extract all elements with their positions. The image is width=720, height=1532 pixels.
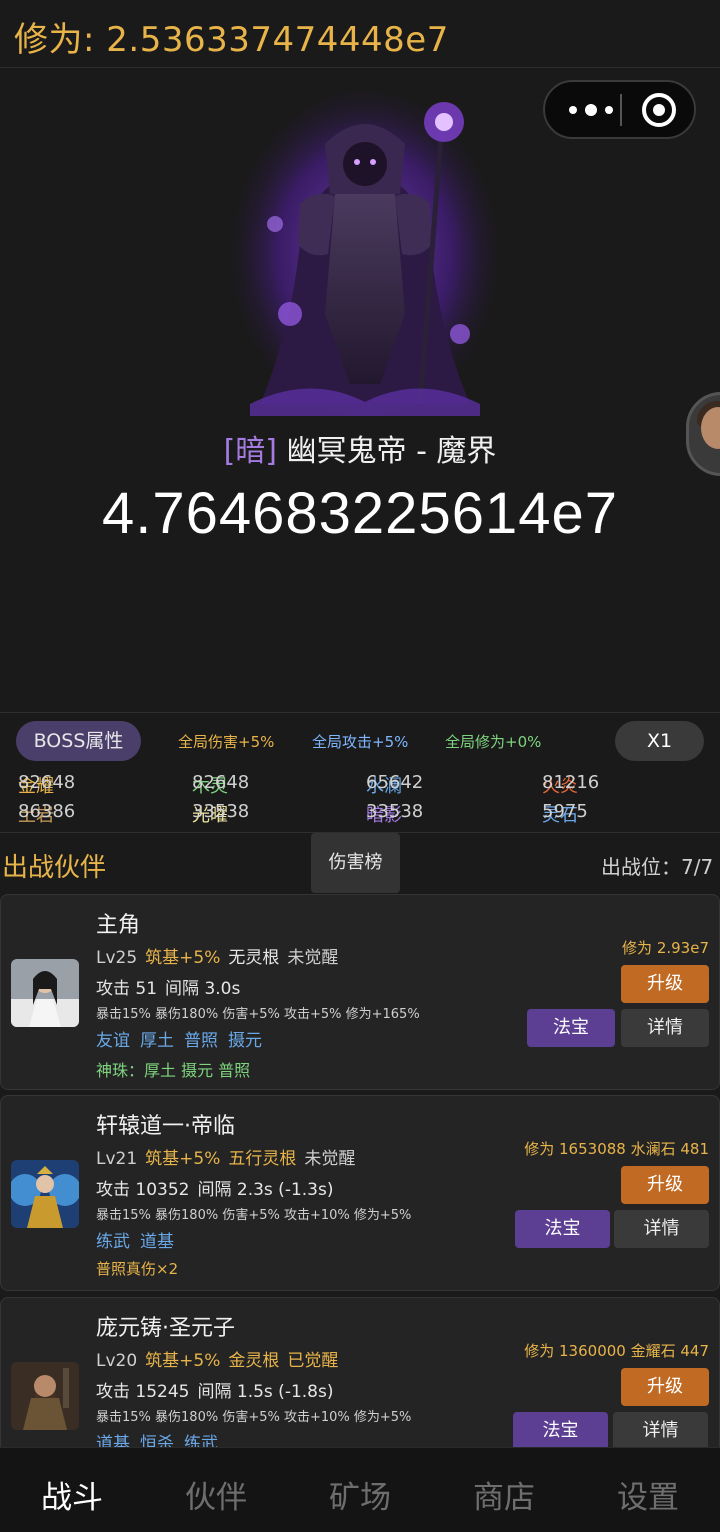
tab-shop[interactable]: 商店: [432, 1472, 576, 1517]
buff-cultivation: 全局修为+0%: [445, 733, 542, 751]
partner-portrait: [11, 1362, 79, 1430]
bottom-tab-bar: 战斗 伙伴 矿场 商店 设置: [0, 1447, 720, 1532]
close-target-icon[interactable]: [642, 93, 676, 127]
partner-pearl-note: 神珠：厚土 摄元 普照: [96, 1061, 251, 1080]
resource-row-2: 土岩 86386 光曜 33538 暗影 33538 灵石 5975: [18, 801, 588, 826]
partner-level-line: Lv25 筑基+5% 无灵根 未觉醒: [96, 948, 339, 968]
partner-attack-line: 攻击 10352 间隔 2.3s (-1.3s): [96, 1180, 334, 1200]
top-bar: 修为: 2.536337474448e7: [0, 0, 720, 68]
partner-attack-line: 攻击 15245 间隔 1.5s (-1.8s): [96, 1382, 334, 1402]
partner-xiuwei: 修为 2.93e7: [622, 939, 709, 957]
mini-program-capsule[interactable]: [543, 80, 696, 139]
cultivation-total: 修为: 2.536337474448e7: [14, 20, 449, 60]
boss-title: [暗] 幽冥鬼帝 - 魔界: [0, 426, 720, 470]
partner-level-line: Lv21 筑基+5% 五行灵根 未觉醒: [96, 1149, 356, 1169]
boss-element: [暗]: [223, 434, 277, 469]
upgrade-button[interactable]: 升级: [621, 1368, 709, 1406]
partner-portrait: [11, 959, 79, 1027]
partner-name: 庞元铸·圣元子: [96, 1316, 235, 1341]
boss-figure: [233, 92, 497, 416]
speed-button[interactable]: X1: [615, 721, 704, 761]
partner-card[interactable]: 轩辕道一·帝临 Lv21 筑基+5% 五行灵根 未觉醒 攻击 10352 间隔 2.3s…: [0, 1095, 720, 1291]
more-icon[interactable]: [567, 94, 615, 124]
boss-hp: 4.764683225614e7: [102, 481, 618, 546]
tab-settings[interactable]: 设置: [576, 1472, 720, 1517]
partner-level-line: Lv20 筑基+5% 金灵根 已觉醒: [96, 1351, 339, 1371]
tab-battle[interactable]: 战斗: [0, 1472, 144, 1517]
partner-attack-line: 攻击 51 间隔 3.0s: [96, 979, 241, 999]
partner-note: 普照真伤×2: [96, 1260, 179, 1278]
detail-button[interactable]: 详情: [613, 1412, 708, 1450]
partner-skills: 练武 道基: [96, 1232, 174, 1252]
partner-card[interactable]: 主角 Lv25 筑基+5% 无灵根 未觉醒 攻击 51 间隔 3.0s 暴击15% 暴伤…: [0, 894, 720, 1090]
partner-stats: 暴击15% 暴伤180% 伤害+5% 攻击+5% 修为+165%: [96, 1007, 420, 1022]
upgrade-button[interactable]: 升级: [621, 1166, 709, 1204]
partner-xiuwei: 修为 1653088 水澜石 481: [524, 1140, 709, 1158]
partner-stats: 暴击15% 暴伤180% 伤害+5% 攻击+10% 修为+5%: [96, 1208, 412, 1223]
partner-name: 轩辕道一·帝临: [96, 1114, 235, 1139]
partners-title: 出战伙伴: [2, 853, 107, 883]
treasure-button[interactable]: 法宝: [513, 1412, 608, 1450]
deploy-slots: 出战位：7/7: [601, 855, 714, 879]
treasure-button[interactable]: 法宝: [515, 1210, 610, 1248]
partner-name: 主角: [96, 913, 141, 938]
partner-xiuwei: 修为 1360000 金耀石 447: [524, 1342, 709, 1360]
boss-name: 幽冥鬼帝 - 魔界: [286, 434, 497, 469]
partner-portrait: [11, 1160, 79, 1228]
tab-partners[interactable]: 伙伴: [144, 1472, 288, 1517]
partner-stats: 暴击15% 暴伤180% 伤害+5% 攻击+10% 修为+5%: [96, 1410, 412, 1425]
boss-bar: BOSS属性 全局伤害+5% 全局攻击+5% 全局修为+0% X1: [0, 712, 720, 768]
partner-skills: 友谊 厚土 普照 摄元: [96, 1031, 262, 1051]
treasure-button[interactable]: 法宝: [527, 1009, 615, 1047]
partner-card[interactable]: 庞元铸·圣元子 Lv20 筑基+5% 金灵根 已觉醒 攻击 15245 间隔 1.5s …: [0, 1297, 720, 1457]
buff-attack: 全局攻击+5%: [312, 733, 409, 751]
capsule-divider: [620, 94, 622, 126]
buff-damage: 全局伤害+5%: [178, 733, 275, 751]
detail-button[interactable]: 详情: [621, 1009, 709, 1047]
tab-mine[interactable]: 矿场: [288, 1472, 432, 1517]
boss-attr-button[interactable]: BOSS属性: [16, 721, 141, 761]
resource-row-1: 金耀 82648 木灵 82648 水澜 65642 火炎 81216: [18, 772, 600, 797]
partners-header: 出战伙伴 伤害榜 出战位：7/7: [0, 832, 720, 893]
detail-button[interactable]: 详情: [614, 1210, 709, 1248]
upgrade-button[interactable]: 升级: [621, 965, 709, 1003]
damage-rank-button[interactable]: 伤害榜: [311, 833, 400, 893]
